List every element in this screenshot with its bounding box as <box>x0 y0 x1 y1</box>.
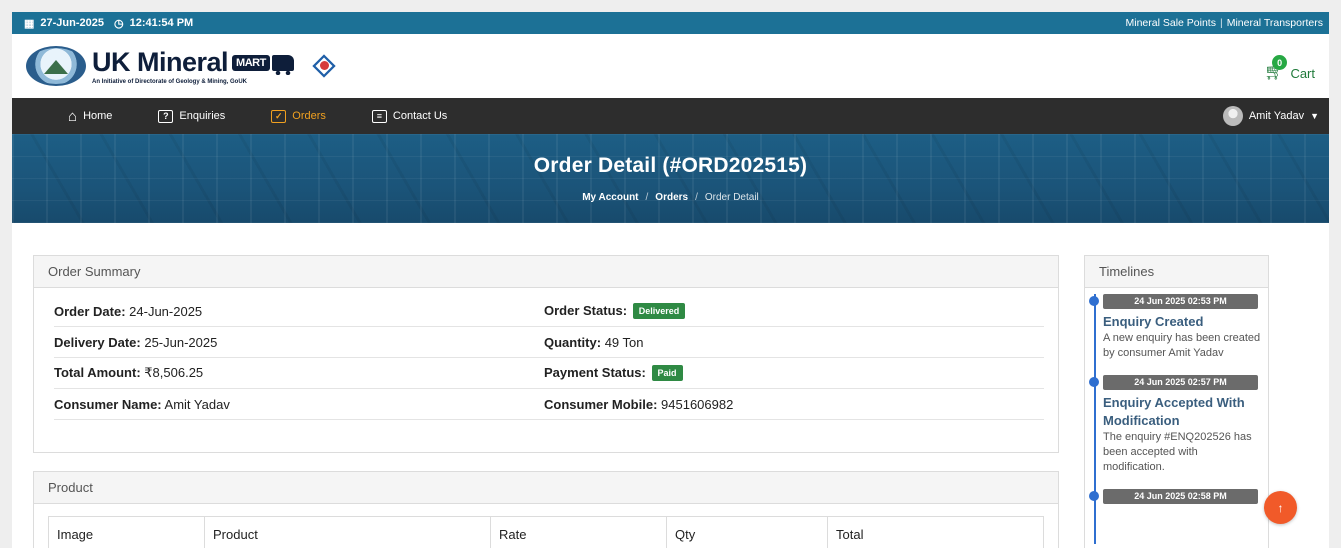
timeline-line <box>1094 294 1096 544</box>
timeline-item: 24 Jun 2025 02:53 PM Enquiry Created A n… <box>1089 294 1262 361</box>
brand-subtitle: An Initiative of Directorate of Geology … <box>92 79 248 85</box>
summary-row: Consumer Name: Amit Yadav Consumer Mobil… <box>54 389 1044 420</box>
order-date-label: Order Date: <box>54 303 126 319</box>
column-header-total: Total <box>836 527 864 542</box>
current-date: 27-Jun-2025 <box>40 17 104 29</box>
consumer-mobile-label: Consumer Mobile: <box>544 396 658 412</box>
breadcrumb: My Account / Orders / Order Detail <box>582 192 759 203</box>
timeline-item: 24 Jun 2025 02:58 PM <box>1089 489 1262 504</box>
delivery-date-value: 25-Jun-2025 <box>144 334 218 350</box>
arrow-up-icon: ↑ <box>1277 500 1284 515</box>
breadcrumb-separator: / <box>645 192 649 203</box>
total-amount-label: Total Amount: <box>54 365 141 380</box>
uttarakhand-emblem-icon <box>26 46 86 86</box>
page-banner: Order Detail (#ORD202515) My Account / O… <box>12 134 1329 223</box>
user-menu[interactable]: Amit Yadav ▼ <box>1222 106 1319 126</box>
consumer-name-label: Consumer Name: <box>54 396 162 412</box>
bag-check-icon: ✓ <box>271 109 287 123</box>
quantity-label: Quantity: <box>544 334 602 350</box>
main-nav: ⌂ Home ? Enquiries ✓ Orders ≡ Contact Us… <box>12 98 1329 134</box>
nav-item-orders[interactable]: ✓ Orders <box>271 109 326 123</box>
department-logo-icon <box>308 54 342 78</box>
cart-button[interactable]: 🛒︎ 0 Cart <box>1264 55 1315 81</box>
calendar-icon: ▦ <box>24 17 35 30</box>
timeline-item: 24 Jun 2025 02:57 PM Enquiry Accepted Wi… <box>1089 375 1262 475</box>
mineral-transporters-link[interactable]: Mineral Transporters <box>1227 17 1323 29</box>
page-title: Order Detail (#ORD202515) <box>533 154 808 177</box>
cart-label: Cart <box>1290 66 1315 81</box>
summary-row: Total Amount: ₹8,506.25 Payment Status: … <box>54 358 1044 389</box>
site-header: UK Mineral MART An Initiative of Directo… <box>12 34 1329 98</box>
cart-count-badge: 0 <box>1272 55 1288 70</box>
nav-label: Orders <box>292 110 326 122</box>
breadcrumb-separator: / <box>695 192 698 203</box>
total-amount-value: ₹8,506.25 <box>144 365 204 380</box>
breadcrumb-current: Order Detail <box>704 192 759 203</box>
chevron-down-icon: ▼ <box>1310 111 1319 121</box>
quantity-value: 49 Ton <box>604 334 644 350</box>
timeline-description: The enquiry #ENQ202526 has been accepted… <box>1103 431 1252 473</box>
clock-icon: ◷ <box>114 17 124 30</box>
mart-badge: MART <box>232 54 270 71</box>
status-badge: Delivered <box>632 303 686 320</box>
nav-item-enquiries[interactable]: ? Enquiries <box>158 109 226 123</box>
order-date-value: 24-Jun-2025 <box>129 303 203 319</box>
truck-icon <box>271 54 294 75</box>
nav-item-contact-us[interactable]: ≡ Contact Us <box>371 109 448 123</box>
scroll-to-top-button[interactable]: ↑ <box>1264 491 1297 524</box>
column-header-product: Product <box>205 517 491 548</box>
breadcrumb-my-account[interactable]: My Account <box>582 192 638 203</box>
consumer-mobile-value: 9451606982 <box>661 396 734 412</box>
product-card: Product Image Product Rate Qty Total <box>33 471 1059 548</box>
nav-label: Enquiries <box>179 110 226 122</box>
column-header-image: Image <box>49 517 205 548</box>
page-frame: ▦ 27-Jun-2025 ◷ 12:41:54 PM Mineral Sale… <box>12 12 1329 548</box>
column-header-qty: Qty <box>667 517 828 548</box>
payment-badge: Paid <box>651 365 683 382</box>
timeline-date: 24 Jun 2025 02:57 PM <box>1103 375 1258 390</box>
order-status-label: Order Status: <box>544 302 628 318</box>
column-header-rate: Rate <box>491 517 667 548</box>
order-summary-card: Order Summary Order Date: 24-Jun-2025 Or… <box>33 255 1059 453</box>
avatar <box>1222 106 1243 126</box>
timeline-dot-icon <box>1089 377 1099 387</box>
payment-status-label: Payment Status: <box>544 364 646 380</box>
nav-label: Contact Us <box>392 110 448 122</box>
brand-logo[interactable]: UK Mineral MART An Initiative of Directo… <box>26 46 342 86</box>
user-name: Amit Yadav <box>1248 110 1305 122</box>
timeline-heading: Timelines <box>1085 256 1268 288</box>
order-summary-heading: Order Summary <box>34 256 1058 288</box>
timeline-dot-icon <box>1089 296 1099 306</box>
summary-row: Delivery Date: 25-Jun-2025 Quantity: 49 … <box>54 327 1044 358</box>
consumer-name-value: Amit Yadav <box>164 396 230 412</box>
current-time: 12:41:54 PM <box>129 17 194 29</box>
timeline-dot-icon <box>1089 491 1099 501</box>
brand-title: UK Mineral <box>92 47 229 77</box>
message-box-icon: ≡ <box>371 109 387 123</box>
mineral-sale-points-link[interactable]: Mineral Sale Points <box>1126 17 1216 29</box>
nav-item-home[interactable]: ⌂ Home <box>68 109 112 124</box>
summary-row: Order Date: 24-Jun-2025 Order Status: De… <box>54 296 1044 327</box>
timeline-title: Enquiry Accepted With Modification <box>1103 395 1245 428</box>
top-info-bar: ▦ 27-Jun-2025 ◷ 12:41:54 PM Mineral Sale… <box>12 12 1329 34</box>
delivery-date-label: Delivery Date: <box>54 334 141 350</box>
timeline-card: Timelines 24 Jun 2025 02:53 PM Enquiry C… <box>1084 255 1269 548</box>
timeline-date: 24 Jun 2025 02:53 PM <box>1103 294 1258 309</box>
breadcrumb-orders[interactable]: Orders <box>655 192 688 203</box>
home-icon: ⌂ <box>68 107 78 125</box>
link-separator: | <box>1219 17 1223 29</box>
timeline-title: Enquiry Created <box>1103 314 1204 329</box>
product-table-header: Image Product Rate Qty Total <box>48 516 1044 548</box>
timeline-date: 24 Jun 2025 02:58 PM <box>1103 489 1258 504</box>
product-heading: Product <box>34 472 1058 504</box>
nav-label: Home <box>83 110 113 122</box>
main-content: Order Summary Order Date: 24-Jun-2025 Or… <box>12 223 1329 548</box>
question-box-icon: ? <box>158 109 174 123</box>
timeline-description: A new enquiry has been created by consum… <box>1103 332 1261 359</box>
